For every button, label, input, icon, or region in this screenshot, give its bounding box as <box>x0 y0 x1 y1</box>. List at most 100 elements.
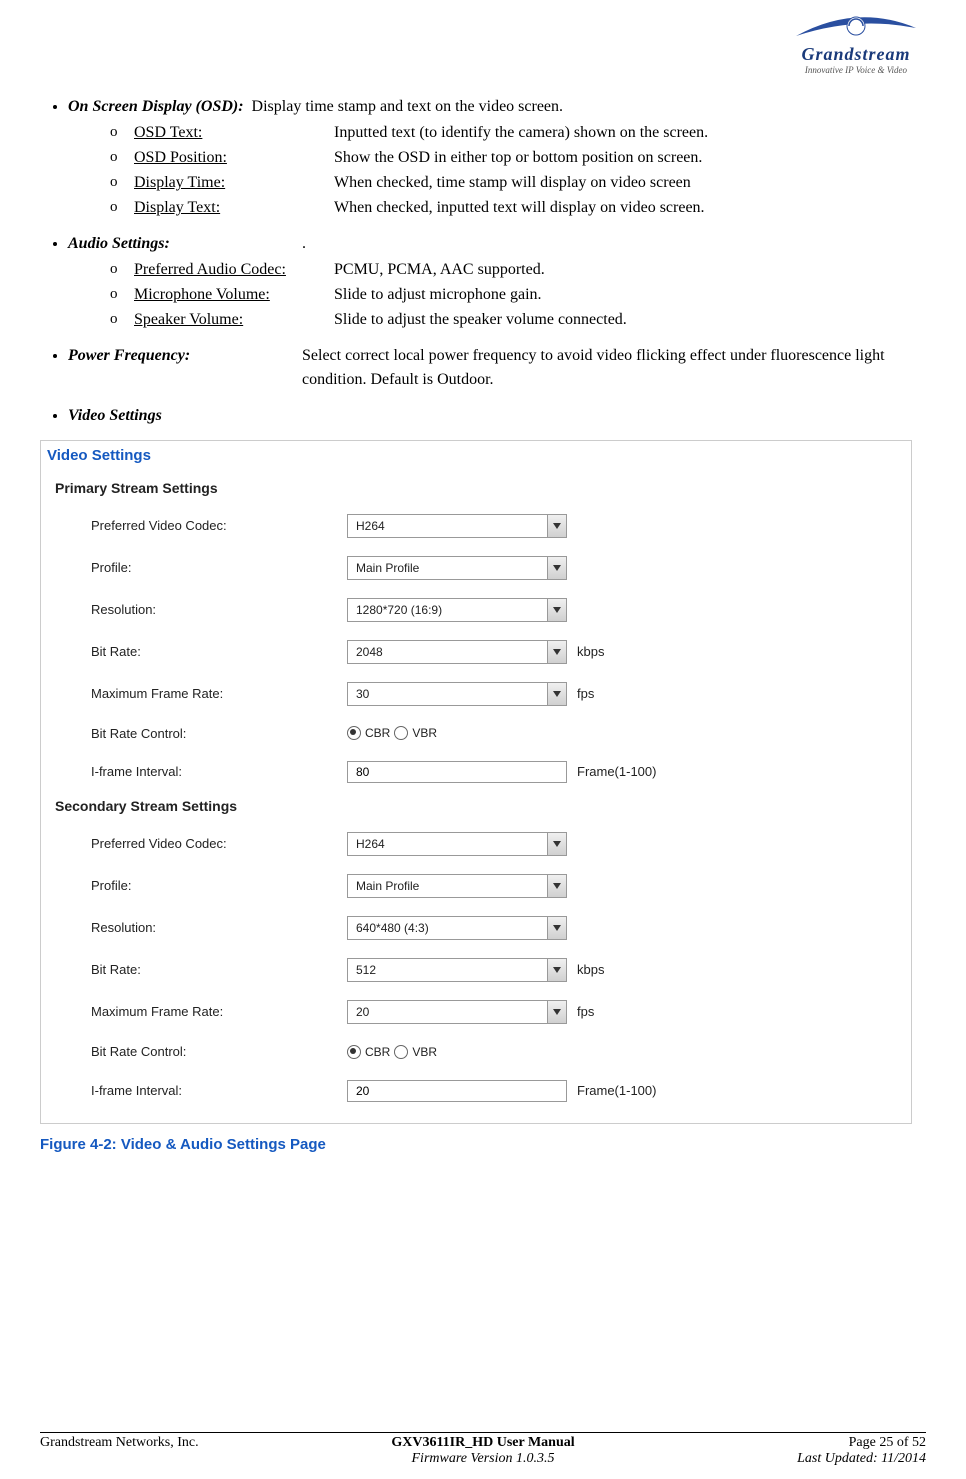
chevron-down-icon <box>547 515 566 537</box>
secondary-bitrate-value: 512 <box>348 961 547 979</box>
bullet-icon: o <box>110 121 134 144</box>
primary-iframe-label: I-frame Interval: <box>91 762 341 782</box>
secondary-iframe-input[interactable] <box>347 1080 567 1102</box>
primary-resolution-value: 1280*720 (16:9) <box>348 601 547 619</box>
secondary-cbr-radio[interactable] <box>347 1045 361 1059</box>
osd-position-label: OSD Position: <box>134 146 334 170</box>
audio-heading: Audio Settings: <box>68 232 298 256</box>
frame-suffix: Frame(1-100) <box>577 1081 656 1101</box>
secondary-profile-label: Profile: <box>91 876 341 896</box>
cbr-label: CBR <box>365 724 390 742</box>
primary-bitrate-select[interactable]: 2048 <box>347 640 567 664</box>
audio-codec-desc: PCMU, PCMA, AAC supported. <box>334 258 894 282</box>
speaker-volume-label: Speaker Volume: <box>134 308 334 332</box>
secondary-codec-value: H264 <box>348 835 547 853</box>
cbr-label: CBR <box>365 1043 390 1061</box>
fps-suffix: fps <box>577 684 594 704</box>
brand-logo: Grandstream Innovative IP Voice & Video <box>786 8 926 75</box>
bullet-icon: o <box>110 171 134 194</box>
page-footer: Grandstream Networks, Inc. GXV3611IR_HD … <box>40 1432 926 1467</box>
secondary-profile-value: Main Profile <box>348 877 547 895</box>
secondary-bitrate-label: Bit Rate: <box>91 960 341 980</box>
osd-position-desc: Show the OSD in either top or bottom pos… <box>334 146 894 170</box>
primary-maxfps-select[interactable]: 30 <box>347 682 567 706</box>
secondary-brc-label: Bit Rate Control: <box>91 1042 341 1062</box>
vbr-label: VBR <box>412 1043 437 1061</box>
primary-codec-label: Preferred Video Codec: <box>91 516 341 536</box>
bullet-icon: o <box>110 146 134 169</box>
osd-text-desc: Inputted text (to identify the camera) s… <box>334 121 894 145</box>
chevron-down-icon <box>547 917 566 939</box>
secondary-vbr-radio[interactable] <box>394 1045 408 1059</box>
video-settings-section: Video Settings <box>68 404 926 428</box>
secondary-profile-select[interactable]: Main Profile <box>347 874 567 898</box>
primary-vbr-radio[interactable] <box>394 726 408 740</box>
primary-stream-heading: Primary Stream Settings <box>41 474 911 505</box>
primary-codec-value: H264 <box>348 517 547 535</box>
video-settings-panel: Video Settings Primary Stream Settings P… <box>40 440 912 1124</box>
fps-suffix: fps <box>577 1002 594 1022</box>
bullet-icon: o <box>110 308 134 331</box>
osd-section: On Screen Display (OSD): Display time st… <box>68 95 926 220</box>
mic-volume-label: Microphone Volume: <box>134 283 334 307</box>
secondary-iframe-label: I-frame Interval: <box>91 1081 341 1101</box>
footer-firmware: Firmware Version 1.0.3.5 <box>335 1451 630 1467</box>
secondary-maxfps-value: 20 <box>348 1003 547 1021</box>
power-heading: Power Frequency: <box>68 344 298 368</box>
osd-text-label: OSD Text: <box>134 121 334 145</box>
primary-profile-label: Profile: <box>91 558 341 578</box>
chevron-down-icon <box>547 1001 566 1023</box>
vbr-label: VBR <box>412 724 437 742</box>
footer-page: Page 25 of 52 <box>631 1435 926 1451</box>
bullet-icon: o <box>110 258 134 281</box>
figure-caption: Figure 4-2: Video & Audio Settings Page <box>40 1134 926 1157</box>
primary-cbr-radio[interactable] <box>347 726 361 740</box>
mic-volume-desc: Slide to adjust microphone gain. <box>334 283 894 307</box>
primary-brc-label: Bit Rate Control: <box>91 724 341 744</box>
chevron-down-icon <box>547 557 566 579</box>
primary-codec-select[interactable]: H264 <box>347 514 567 538</box>
video-settings-heading: Video Settings <box>68 407 162 424</box>
primary-iframe-input[interactable] <box>347 761 567 783</box>
primary-profile-select[interactable]: Main Profile <box>347 556 567 580</box>
secondary-maxfps-select[interactable]: 20 <box>347 1000 567 1024</box>
bullet-icon: o <box>110 283 134 306</box>
speaker-volume-desc: Slide to adjust the speaker volume conne… <box>334 308 894 332</box>
brand-tagline: Innovative IP Voice & Video <box>786 65 926 75</box>
chevron-down-icon <box>547 833 566 855</box>
primary-bitrate-value: 2048 <box>348 643 547 661</box>
secondary-resolution-select[interactable]: 640*480 (4:3) <box>347 916 567 940</box>
audio-desc: . <box>302 232 912 256</box>
secondary-maxfps-label: Maximum Frame Rate: <box>91 1002 341 1022</box>
osd-desc: Display time stamp and text on the video… <box>252 98 563 115</box>
footer-manual: GXV3611IR_HD User Manual <box>335 1435 630 1451</box>
display-text-label: Display Text: <box>134 196 334 220</box>
osd-heading: On Screen Display (OSD): <box>68 98 244 115</box>
primary-profile-value: Main Profile <box>348 559 547 577</box>
logo-swoosh-icon <box>786 8 926 48</box>
chevron-down-icon <box>547 683 566 705</box>
footer-company: Grandstream Networks, Inc. <box>40 1435 335 1451</box>
audio-section: Audio Settings: . oPreferred Audio Codec… <box>68 232 926 332</box>
secondary-resolution-value: 640*480 (4:3) <box>348 919 547 937</box>
bullet-icon: o <box>110 196 134 219</box>
frame-suffix: Frame(1-100) <box>577 762 656 782</box>
secondary-codec-label: Preferred Video Codec: <box>91 834 341 854</box>
display-time-desc: When checked, time stamp will display on… <box>334 171 894 195</box>
chevron-down-icon <box>547 599 566 621</box>
primary-maxfps-label: Maximum Frame Rate: <box>91 684 341 704</box>
display-text-desc: When checked, inputted text will display… <box>334 196 894 220</box>
kbps-suffix: kbps <box>577 642 604 662</box>
footer-updated: Last Updated: 11/2014 <box>631 1451 926 1467</box>
primary-resolution-select[interactable]: 1280*720 (16:9) <box>347 598 567 622</box>
chevron-down-icon <box>547 641 566 663</box>
power-frequency-section: Power Frequency: Select correct local po… <box>68 344 926 392</box>
secondary-stream-heading: Secondary Stream Settings <box>41 792 911 823</box>
power-desc: Select correct local power frequency to … <box>302 344 912 392</box>
secondary-bitrate-select[interactable]: 512 <box>347 958 567 982</box>
primary-maxfps-value: 30 <box>348 685 547 703</box>
secondary-codec-select[interactable]: H264 <box>347 832 567 856</box>
secondary-resolution-label: Resolution: <box>91 918 341 938</box>
chevron-down-icon <box>547 875 566 897</box>
chevron-down-icon <box>547 959 566 981</box>
